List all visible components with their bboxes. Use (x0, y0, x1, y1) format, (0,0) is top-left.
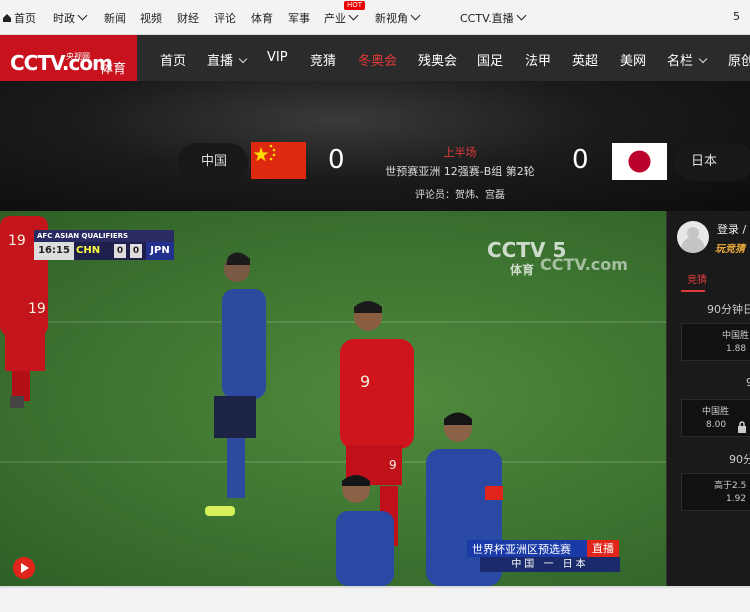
topbar-finance-link[interactable]: 财经 (177, 10, 199, 26)
topbar-politics-link[interactable]: 时政 (53, 10, 88, 26)
nav-item-ligue1[interactable]: 法甲 (525, 50, 551, 69)
lower-third-title: 世界杯亚洲区预选赛 (472, 543, 571, 556)
nav-item-live[interactable]: 直播 (207, 50, 248, 69)
logo-sub-text: 央视网 (66, 52, 90, 61)
japan-flag-icon (612, 143, 667, 180)
china-flag-icon (251, 142, 306, 179)
chevron-down-icon (410, 10, 421, 21)
nav-item-us-open[interactable]: 美网 (620, 50, 646, 69)
tab-underline (681, 290, 705, 292)
bet-odds: 1.92 (726, 494, 747, 504)
match-commentators: 评论员：贺炜、宫磊 (415, 190, 505, 201)
nav-item-vip[interactable]: VIP (267, 50, 288, 65)
jersey-number: 19 (28, 301, 46, 317)
lower-third-matchup: 中国 一 日本 (480, 557, 620, 572)
topbar-military-link[interactable]: 军事 (288, 10, 310, 26)
jersey-number: 19 (8, 233, 26, 249)
nav-item-original[interactable]: 原创 (728, 50, 750, 69)
bet-option-2[interactable]: 中国胜 8.00 (681, 399, 750, 437)
bet-odds: 1.88 (726, 344, 747, 354)
scorebug: AFC ASIAN QUALIFIERS 16:15 CHN 0 0 JPN (34, 230, 174, 260)
topbar-home-link[interactable]: 首页 (2, 10, 36, 26)
user-avatar[interactable] (677, 221, 709, 253)
topbar-industry-link[interactable]: 产业 (324, 10, 359, 26)
cctv5-sub-watermark: 体育 (510, 263, 535, 277)
nav-item-columns[interactable]: 名栏 (667, 50, 708, 69)
bet-option-1[interactable]: 中国胜 1.88 (681, 323, 750, 361)
nav-item-guess[interactable]: 竞猜 (310, 50, 336, 69)
hot-badge: HOT (344, 1, 366, 10)
nav-item-national-team[interactable]: 国足 (477, 50, 503, 69)
chevron-down-icon (348, 10, 359, 21)
topbar-cctv-live-link[interactable]: CCTV.直播 (460, 10, 527, 26)
bet-label: 中国胜 (722, 331, 750, 341)
scorebug-clock: 16:15 (34, 242, 74, 260)
scorebug-home: CHN (76, 245, 101, 256)
nav-item-paralympics[interactable]: 残奥会 (418, 50, 457, 69)
chevron-down-icon (77, 10, 88, 21)
bet-option-3[interactable]: 高于2.5 1.92 (681, 473, 750, 511)
guess-sidebar: 登录 / 玩竞猜 竞猜 90分钟日 中国胜 1.88 9 中国胜 8.00 90… (666, 211, 750, 586)
logo-section-text: 体育 (100, 62, 127, 77)
topbar-right-item[interactable]: 5 (733, 10, 740, 23)
market-title-3: 90分 (729, 453, 750, 466)
away-score: 0 (572, 145, 589, 175)
topbar-newview-link[interactable]: 新视角 (375, 10, 421, 26)
tab-guess[interactable]: 竞猜 (687, 271, 707, 286)
player-china-9: 9 9 (340, 301, 414, 546)
play-icon[interactable] (13, 557, 35, 579)
page-bottom-strip (0, 586, 750, 612)
scorebug-title: AFC ASIAN QUALIFIERS (34, 230, 174, 242)
scorebug-away-score: 0 (130, 244, 142, 258)
chevron-down-icon (238, 54, 248, 64)
player-japan-1 (205, 252, 266, 516)
topbar-video-link[interactable]: 视频 (140, 10, 162, 26)
bet-label: 高于2.5 (714, 481, 747, 491)
match-competition: 世预赛亚洲 12强赛-B组 第2轮 (385, 165, 535, 178)
top-navigation-bar: 首页 时政 新闻 视频 财经 评论 体育 军事 产业 HOT 新视角 CCTV.… (0, 0, 750, 35)
nav-item-home[interactable]: 首页 (160, 50, 186, 69)
chevron-down-icon (698, 54, 708, 64)
jersey-number: 9 (360, 372, 370, 391)
nav-item-winter-olympics[interactable]: 冬奥会 (358, 50, 397, 69)
play-guess-text: 玩竞猜 (715, 244, 745, 255)
topbar-comment-link[interactable]: 评论 (214, 10, 236, 26)
bet-label: 中国胜 (702, 407, 730, 417)
scorebug-away: JPN (146, 242, 174, 260)
chevron-down-icon (516, 10, 527, 21)
live-badge: 直播 (587, 540, 619, 557)
away-team-name: 日本 (674, 143, 750, 181)
market-title-1: 90分钟日 (707, 303, 750, 316)
lower-third-title-bar: 世界杯亚洲区预选赛 直播 (467, 540, 619, 557)
home-icon (2, 13, 12, 22)
login-link[interactable]: 登录 / (717, 221, 746, 237)
cctv-com-watermark: CCTV.com (540, 255, 628, 274)
bet-odds: 8.00 (706, 420, 727, 430)
home-team-name: 中国 (178, 143, 248, 181)
home-score: 0 (328, 145, 345, 175)
market-title-2: 9 (746, 376, 750, 389)
lock-icon (737, 418, 747, 437)
nav-item-premier-league[interactable]: 英超 (572, 50, 598, 69)
topbar-sports-link[interactable]: 体育 (251, 10, 273, 26)
scorebug-home-score: 0 (114, 244, 126, 258)
jersey-number: 9 (389, 458, 397, 472)
match-period: 上半场 (443, 146, 477, 159)
logo-main-text: CCTV.com (10, 51, 113, 75)
topbar-news-link[interactable]: 新闻 (104, 10, 126, 26)
